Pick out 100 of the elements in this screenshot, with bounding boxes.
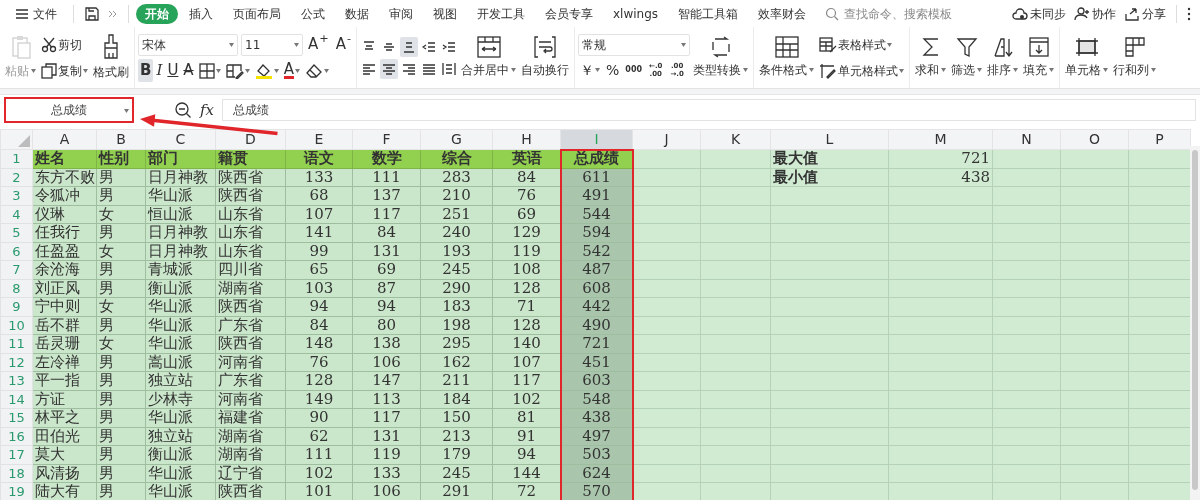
fill-bucket-icon bbox=[254, 62, 273, 79]
scissors-icon bbox=[41, 36, 57, 53]
ribbon-tab[interactable]: 数据 bbox=[336, 3, 378, 24]
column-header[interactable]: B bbox=[96, 129, 146, 150]
zoom-icon bbox=[174, 101, 192, 119]
rows-columns-icon bbox=[1123, 36, 1146, 58]
clipboard-icon bbox=[9, 35, 32, 59]
column-header[interactable]: H bbox=[492, 129, 561, 150]
wrap-text-button[interactable]: 自动换行 bbox=[519, 34, 572, 81]
save-icon bbox=[84, 5, 100, 22]
formula-input[interactable]: 总成绩 bbox=[222, 99, 1196, 121]
ribbon-tab[interactable]: 效率财会 bbox=[749, 3, 816, 24]
column-header[interactable]: G bbox=[420, 129, 493, 150]
toolbar-action[interactable]: 未同步 bbox=[1009, 4, 1069, 23]
borders-icon bbox=[198, 62, 215, 79]
cell-format-icon bbox=[819, 62, 838, 79]
wrap-text-icon bbox=[533, 36, 558, 58]
cell-icon bbox=[1074, 36, 1099, 58]
convert-type-button[interactable]: 类型转换 bbox=[691, 34, 751, 81]
caret-icon bbox=[887, 42, 893, 47]
file-menu[interactable]: 文件 bbox=[6, 3, 66, 24]
ribbon-tab[interactable]: xlwings bbox=[604, 3, 668, 24]
toolbar-action[interactable]: 协作 bbox=[1071, 4, 1119, 23]
cut-button[interactable]: 剪切 bbox=[39, 33, 90, 56]
tool-button[interactable]: 单元格 bbox=[1063, 34, 1111, 81]
align-right-icon bbox=[402, 61, 417, 76]
align-button[interactable] bbox=[400, 36, 419, 57]
fill-down-icon bbox=[1027, 36, 1050, 58]
caret-icon bbox=[323, 68, 329, 73]
number-format-button[interactable]: % bbox=[604, 58, 622, 82]
copy-icon bbox=[41, 62, 57, 79]
font-color-button[interactable]: A bbox=[281, 59, 302, 82]
toolbar-action[interactable]: 分享 bbox=[1121, 4, 1169, 23]
ribbon-tab[interactable]: 智能工具箱 bbox=[669, 3, 748, 24]
font-name-field[interactable]: 宋体 bbox=[138, 33, 238, 56]
shrink-font-button[interactable]: A$^{-}$ bbox=[333, 33, 354, 56]
column-header[interactable]: N bbox=[992, 129, 1061, 150]
ribbon-tab[interactable]: 公式 bbox=[292, 3, 334, 24]
align-bottom-icon bbox=[402, 39, 417, 54]
italic-button[interactable]: I bbox=[154, 59, 165, 82]
column-header[interactable]: P bbox=[1128, 129, 1191, 150]
column-header[interactable]: F bbox=[352, 129, 421, 150]
indent-icon bbox=[442, 39, 457, 54]
underline-button[interactable]: U bbox=[165, 59, 181, 82]
brush-button[interactable]: 格式刷 bbox=[91, 32, 131, 83]
grow-font-button[interactable]: A$^{+}$ bbox=[306, 33, 331, 56]
align-button[interactable] bbox=[380, 58, 399, 79]
sort-icon bbox=[991, 36, 1014, 58]
column-header[interactable]: K bbox=[700, 129, 771, 150]
tool-button[interactable]: 排序 bbox=[985, 34, 1021, 81]
caret-icon bbox=[899, 68, 905, 73]
number-format-field[interactable]: 常规 bbox=[578, 33, 691, 56]
caret-icon bbox=[215, 68, 221, 73]
copy-button[interactable]: 复制 bbox=[39, 59, 90, 82]
function-label: fx bbox=[200, 99, 214, 121]
number-format-button[interactable]: ￥ bbox=[578, 58, 603, 82]
table-cell: 最大值 bbox=[770, 149, 889, 168]
tool-button[interactable]: 求和 bbox=[913, 34, 949, 81]
search-icon bbox=[825, 6, 840, 21]
table-cell: 438 bbox=[888, 168, 993, 187]
scrollbar[interactable] bbox=[1190, 146, 1200, 500]
ribbon-tab[interactable]: 审阅 bbox=[380, 3, 422, 24]
caret-icon bbox=[1151, 68, 1157, 72]
tool-button[interactable]: 行和列 bbox=[1111, 34, 1159, 81]
bold-button[interactable]: B bbox=[138, 59, 154, 82]
column-header[interactable]: J bbox=[632, 129, 701, 150]
tool-button[interactable]: 筛选 bbox=[949, 34, 985, 81]
ribbon-tab[interactable]: 页面布局 bbox=[224, 3, 290, 24]
ribbon-tab[interactable]: 视图 bbox=[424, 3, 466, 24]
caret-icon bbox=[743, 68, 749, 72]
table-style-button[interactable]: 表格样式 bbox=[817, 33, 907, 56]
ribbon-tab[interactable]: 开发工具 bbox=[468, 3, 534, 24]
column-header[interactable]: L bbox=[770, 129, 889, 150]
font-size-field[interactable]: 11 bbox=[241, 33, 303, 56]
outdent-icon bbox=[422, 39, 437, 54]
grid-icon bbox=[774, 36, 799, 58]
caret-icon bbox=[229, 42, 234, 47]
cell-style-button[interactable]: 单元格样式 bbox=[817, 59, 907, 82]
caret-icon bbox=[294, 68, 300, 73]
column-header[interactable]: M bbox=[888, 129, 993, 150]
column-header[interactable]: C bbox=[145, 129, 216, 150]
column-header[interactable]: O bbox=[1060, 129, 1129, 150]
merge-center-button[interactable]: 合并居中 bbox=[459, 34, 519, 81]
caret-icon bbox=[31, 69, 36, 73]
column-header[interactable]: A bbox=[32, 129, 97, 150]
number-format-button[interactable]: 000 bbox=[623, 58, 645, 82]
column-header[interactable]: E bbox=[285, 129, 353, 150]
cloud-icon bbox=[1012, 6, 1028, 21]
tool-button[interactable]: 填充 bbox=[1021, 34, 1057, 81]
search-field[interactable]: 查找命令、搜索模板 bbox=[825, 3, 976, 24]
conditional-format-button[interactable]: 条件格式 bbox=[757, 34, 817, 81]
ribbon-tab[interactable]: 会员专享 bbox=[536, 3, 602, 24]
strikethrough-button[interactable]: A bbox=[181, 59, 196, 82]
distribute-icon bbox=[442, 61, 457, 76]
ribbon-tab[interactable]: 插入 bbox=[180, 3, 222, 24]
filter-icon bbox=[955, 36, 978, 58]
justify-icon bbox=[422, 61, 437, 76]
chevrons-icon bbox=[108, 8, 118, 19]
caret-icon bbox=[511, 68, 517, 72]
name-box[interactable]: 总成绩 bbox=[4, 97, 134, 123]
